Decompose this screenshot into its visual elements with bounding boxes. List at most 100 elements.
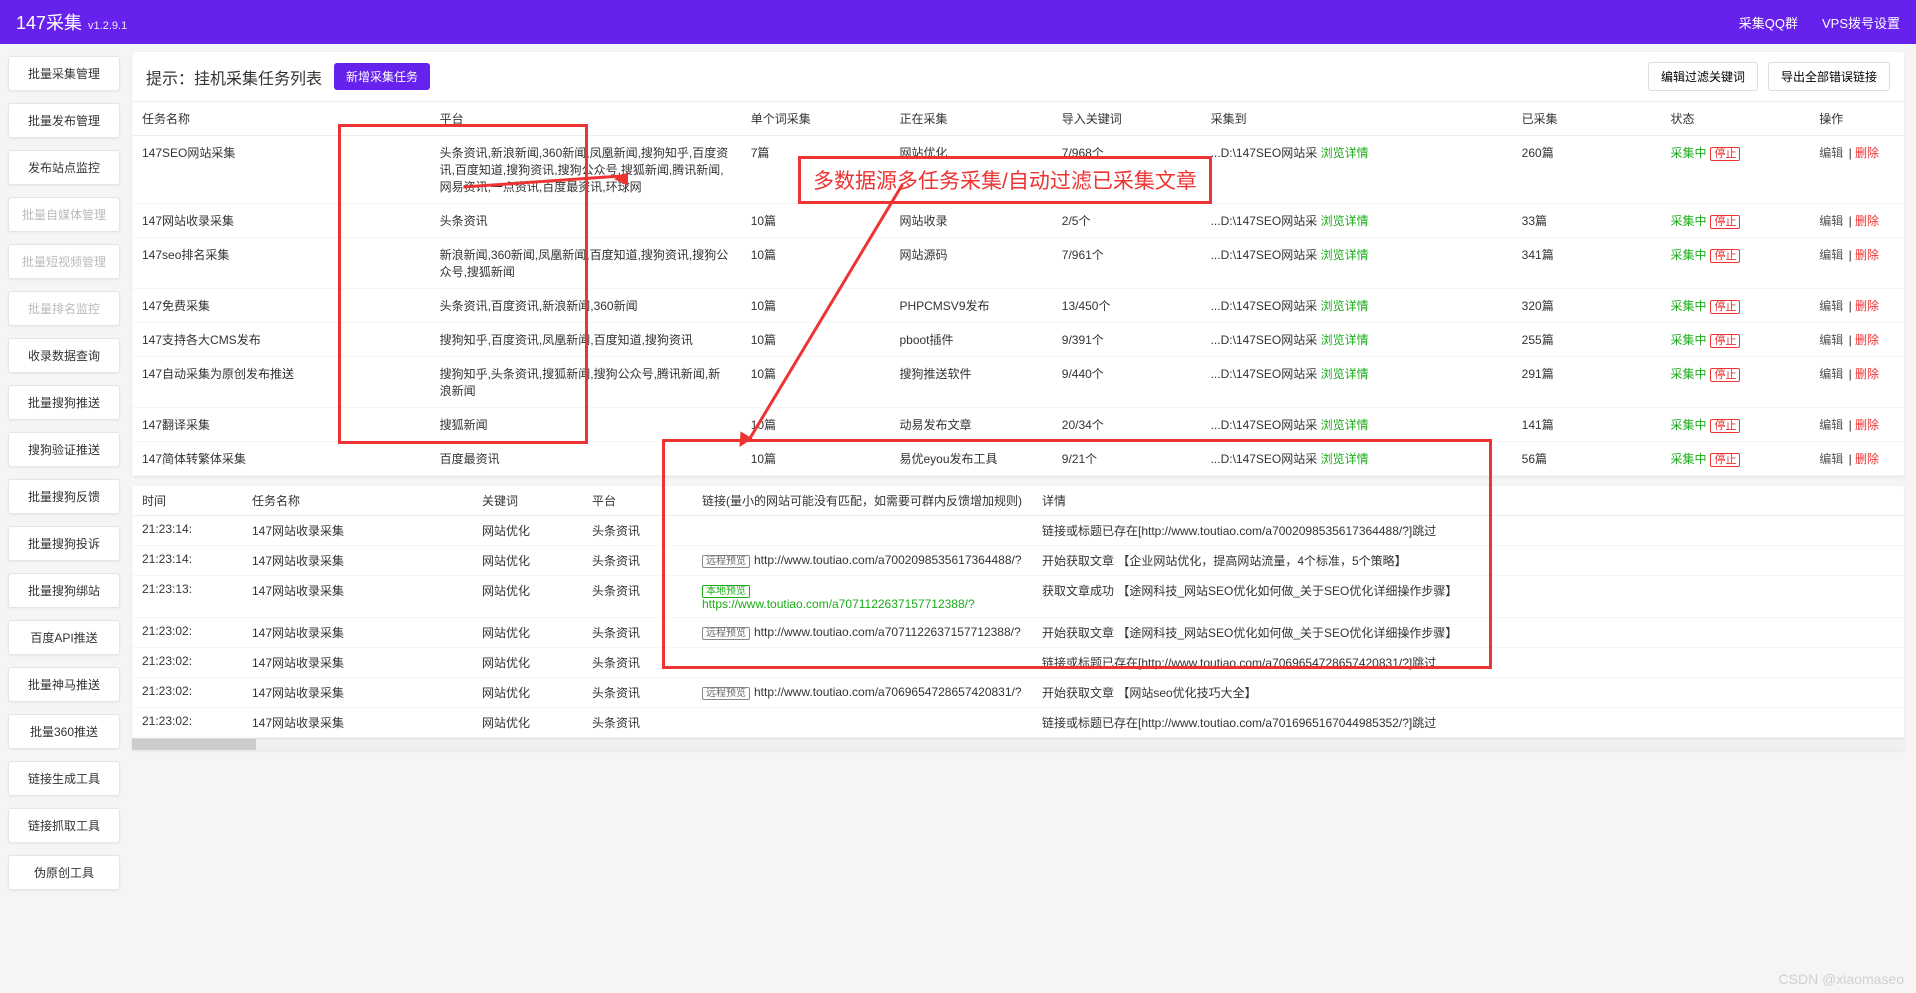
edit-link[interactable]: 编辑 [1819, 418, 1843, 432]
edit-link[interactable]: 编辑 [1819, 299, 1843, 313]
stop-button[interactable]: 停止 [1710, 453, 1740, 467]
stop-button[interactable]: 停止 [1710, 300, 1740, 314]
task-row: 147seo排名采集新浪新闻,360新闻,凤凰新闻,百度知道,搜狗资讯,搜狗公众… [132, 238, 1904, 289]
task-platform: 头条资讯,新浪新闻,360新闻,凤凰新闻,搜狗知乎,百度资讯,百度知道,搜狗资讯… [430, 136, 741, 204]
task-ops: 编辑 | 删除 [1809, 136, 1904, 204]
log-task-name: 147网站收录采集 [242, 678, 472, 708]
sidebar-item-12[interactable]: 百度API推送 [8, 620, 120, 655]
browse-detail-link[interactable]: 浏览详情 [1321, 367, 1369, 381]
log-row: 21:23:14:147网站收录采集网站优化头条资讯远程预览http://www… [132, 546, 1904, 576]
task-status: 采集中停止 [1660, 357, 1809, 408]
task-single: 10篇 [741, 408, 890, 442]
preview-tag[interactable]: 远程预览 [702, 555, 750, 568]
browse-detail-link[interactable]: 浏览详情 [1321, 418, 1369, 432]
log-platform: 头条资讯 [582, 516, 692, 546]
stop-button[interactable]: 停止 [1710, 419, 1740, 433]
stop-button[interactable]: 停止 [1710, 215, 1740, 229]
browse-detail-link[interactable]: 浏览详情 [1321, 146, 1369, 160]
sidebar-item-8[interactable]: 搜狗验证推送 [8, 432, 120, 467]
export-errors-button[interactable]: 导出全部错误链接 [1768, 62, 1890, 91]
log-keyword: 网站优化 [472, 618, 582, 648]
log-link[interactable]: http://www.toutiao.com/a7069654728657420… [754, 685, 1022, 699]
log-link-cell [692, 708, 1032, 738]
sidebar-item-11[interactable]: 批量搜狗绑站 [8, 573, 120, 608]
edit-link[interactable]: 编辑 [1819, 367, 1843, 381]
log-col-3: 平台 [582, 486, 692, 516]
log-time: 21:23:02: [132, 708, 242, 738]
sidebar-item-9[interactable]: 批量搜狗反馈 [8, 479, 120, 514]
sidebar-item-13[interactable]: 批量神马推送 [8, 667, 120, 702]
log-panel: 时间任务名称关键词平台链接(量小的网站可能没有匹配，如需要可群内反馈增加规则)详… [132, 486, 1904, 750]
log-link-cell: 远程预览 http://www.toutiao.com/a706965472865… [692, 678, 1032, 708]
log-platform: 头条资讯 [582, 648, 692, 678]
task-collecting: 搜狗推送软件 [889, 357, 1051, 408]
browse-detail-link[interactable]: 浏览详情 [1321, 452, 1369, 466]
stop-button[interactable]: 停止 [1710, 147, 1740, 161]
log-time: 21:23:02: [132, 618, 242, 648]
stop-button[interactable]: 停止 [1710, 368, 1740, 382]
delete-link[interactable]: 删除 [1855, 418, 1879, 432]
edit-link[interactable]: 编辑 [1819, 333, 1843, 347]
sidebar-item-10[interactable]: 批量搜狗投诉 [8, 526, 120, 561]
task-col-8: 操作 [1809, 102, 1904, 136]
delete-link[interactable]: 删除 [1855, 367, 1879, 381]
edit-link[interactable]: 编辑 [1819, 214, 1843, 228]
log-link-cell [692, 516, 1032, 546]
task-collected: 341篇 [1512, 238, 1661, 289]
link-vps-dial[interactable]: VPS拨号设置 [1822, 13, 1900, 32]
preview-tag[interactable]: 远程预览 [702, 627, 750, 640]
sidebar-item-17[interactable]: 伪原创工具 [8, 855, 120, 890]
app-version: v1.2.9.1 [88, 20, 127, 32]
task-imported: 20/34个 [1052, 408, 1201, 442]
log-link[interactable]: https://www.toutiao.com/a707112263715771… [702, 597, 975, 611]
browse-detail-link[interactable]: 浏览详情 [1321, 299, 1369, 313]
sidebar-item-1[interactable]: 批量发布管理 [8, 103, 120, 138]
task-collecting: 网站源码 [889, 238, 1051, 289]
sidebar-item-15[interactable]: 链接生成工具 [8, 761, 120, 796]
preview-tag[interactable]: 远程预览 [702, 687, 750, 700]
task-platform: 搜狐新闻 [430, 408, 741, 442]
sidebar: 批量采集管理批量发布管理发布站点监控批量自媒体管理批量短视频管理批量排名监控收录… [0, 44, 128, 902]
edit-link[interactable]: 编辑 [1819, 248, 1843, 262]
log-detail: 链接或标题已存在[http://www.toutiao.com/a7069654… [1032, 648, 1904, 678]
delete-link[interactable]: 删除 [1855, 452, 1879, 466]
browse-detail-link[interactable]: 浏览详情 [1321, 248, 1369, 262]
delete-link[interactable]: 删除 [1855, 214, 1879, 228]
log-row: 21:23:02:147网站收录采集网站优化头条资讯远程预览http://www… [132, 678, 1904, 708]
log-link[interactable]: http://www.toutiao.com/a7002098535617364… [754, 553, 1022, 567]
edit-link[interactable]: 编辑 [1819, 452, 1843, 466]
horizontal-scrollbar[interactable] [132, 738, 1904, 750]
log-link[interactable]: http://www.toutiao.com/a7071122637157712… [754, 625, 1021, 639]
stop-button[interactable]: 停止 [1710, 334, 1740, 348]
sidebar-item-7[interactable]: 批量搜狗推送 [8, 385, 120, 420]
delete-link[interactable]: 删除 [1855, 146, 1879, 160]
stop-button[interactable]: 停止 [1710, 249, 1740, 263]
sidebar-item-16[interactable]: 链接抓取工具 [8, 808, 120, 843]
edit-filter-button[interactable]: 编辑过滤关键词 [1648, 62, 1758, 91]
edit-link[interactable]: 编辑 [1819, 146, 1843, 160]
task-panel-title: 提示：挂机采集任务列表 [146, 65, 322, 89]
browse-detail-link[interactable]: 浏览详情 [1321, 333, 1369, 347]
task-name: 147免费采集 [132, 289, 430, 323]
log-col-1: 任务名称 [242, 486, 472, 516]
link-qq-group[interactable]: 采集QQ群 [1739, 13, 1798, 32]
sidebar-item-14[interactable]: 批量360推送 [8, 714, 120, 749]
delete-link[interactable]: 删除 [1855, 299, 1879, 313]
sidebar-item-6[interactable]: 收录数据查询 [8, 338, 120, 373]
sidebar-item-2[interactable]: 发布站点监控 [8, 150, 120, 185]
delete-link[interactable]: 删除 [1855, 333, 1879, 347]
new-task-button[interactable]: 新增采集任务 [334, 63, 430, 90]
delete-link[interactable]: 删除 [1855, 248, 1879, 262]
task-status: 采集中停止 [1660, 442, 1809, 476]
sidebar-item-0[interactable]: 批量采集管理 [8, 56, 120, 91]
task-imported: 2/5个 [1052, 204, 1201, 238]
task-platform: 搜狗知乎,百度资讯,凤凰新闻,百度知道,搜狗资讯 [430, 323, 741, 357]
log-link-cell: 远程预览 http://www.toutiao.com/a700209853561… [692, 546, 1032, 576]
task-col-5: 采集到 [1201, 102, 1512, 136]
task-collecting: 网站优化 [889, 136, 1051, 204]
task-target: ...D:\147SEO网站采 浏览详情 [1201, 204, 1512, 238]
sidebar-item-5: 批量排名监控 [8, 291, 120, 326]
log-col-5: 详情 [1032, 486, 1904, 516]
task-name: 147支持各大CMS发布 [132, 323, 430, 357]
browse-detail-link[interactable]: 浏览详情 [1321, 214, 1369, 228]
